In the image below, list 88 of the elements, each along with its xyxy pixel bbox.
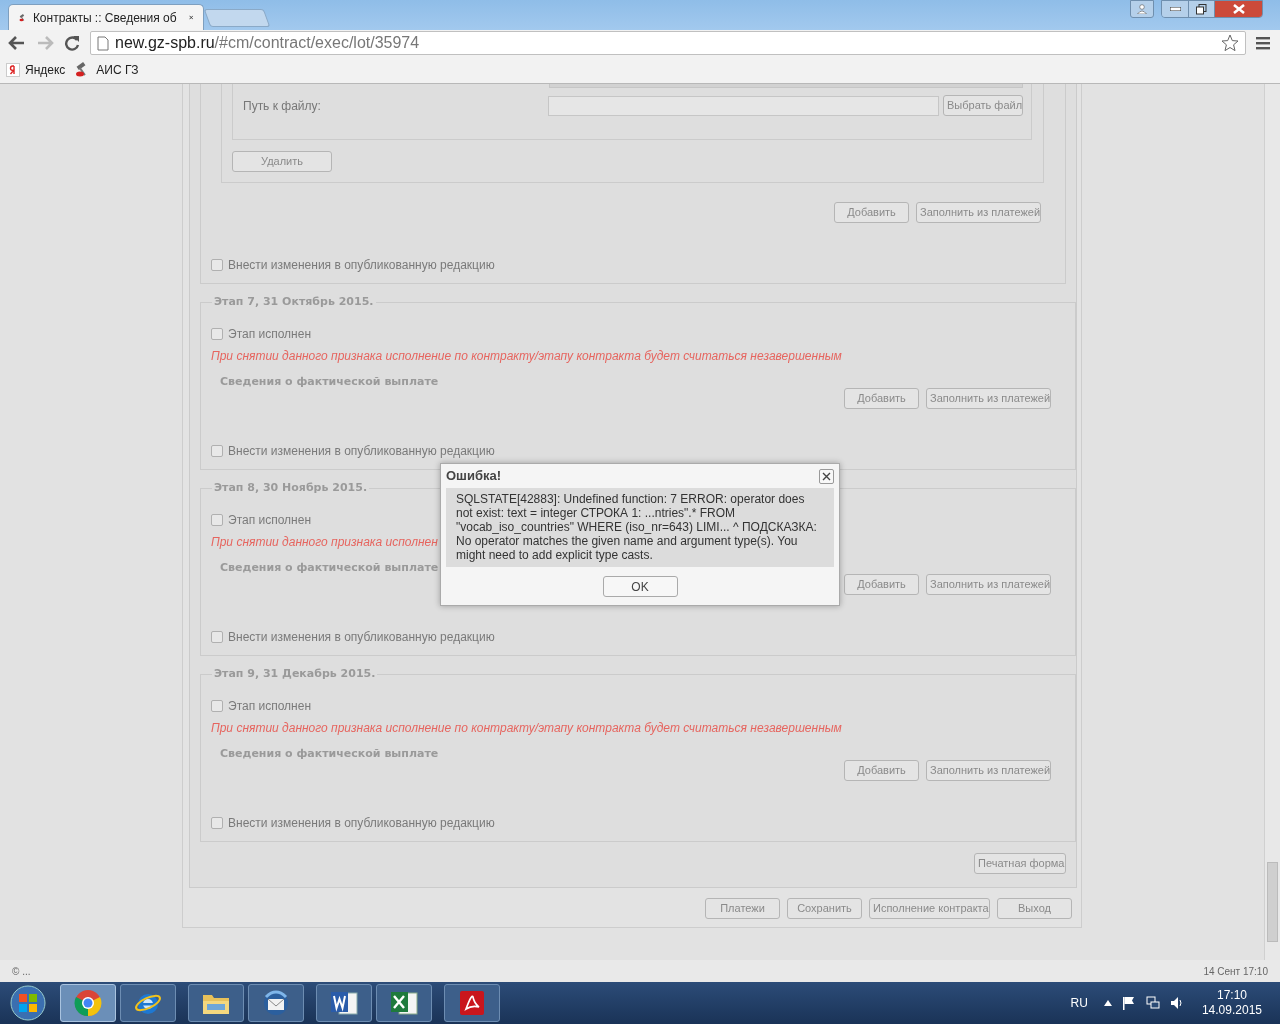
checkbox-label: Этап исполнен [228, 325, 312, 343]
add-button[interactable]: Добавить [844, 760, 919, 781]
scrollbar-thumb[interactable] [1267, 862, 1278, 942]
status-date: 14 Сент 17:10 [1203, 964, 1268, 979]
clock[interactable]: 17:10 14.09.2015 [1201, 988, 1262, 1018]
mail-client-icon [261, 989, 291, 1017]
ok-button[interactable]: OK [602, 576, 678, 597]
checkbox-label: Внести изменения в опубликованную редакцию [228, 443, 495, 460]
fill-from-payments-button[interactable]: Заполнить из платежей [926, 574, 1051, 595]
word-icon [329, 989, 359, 1017]
yandex-icon [6, 62, 20, 77]
scrollbar[interactable] [1264, 84, 1280, 960]
address-bar[interactable]: new.gz-spb.ru/#cm/contract/exec/lot/35974 [90, 31, 1246, 55]
add-button[interactable]: Добавить [844, 574, 919, 595]
close-icon [822, 471, 831, 481]
checkbox-label: Этап исполнен [228, 697, 312, 715]
taskbar-app-button[interactable] [444, 984, 500, 1022]
restore-icon [1196, 3, 1207, 15]
taskbar-app-button[interactable] [60, 984, 116, 1022]
taskbar-app-button[interactable] [376, 984, 432, 1022]
minimize-icon [1169, 7, 1181, 11]
fill-from-payments-button[interactable]: Заполнить из платежей [916, 202, 1041, 223]
file-path-input[interactable] [548, 95, 939, 116]
checkbox-label: Этап исполнен [228, 511, 312, 529]
taskbar-app-button[interactable] [248, 984, 304, 1022]
pdf-icon [458, 989, 486, 1017]
error-message: SQLSTATE[42883]: Undefined function: 7 ERROR: operator does not exist: text = integer СТРОКА 1: ...ntries".* FROM "vocab_iso_countries" WHERE (iso_nr=643) LIMI... ^ ПОДСКАЗКА: No operator matches the given name and argument type(s). You might need to add explicit type casts. [446, 488, 834, 567]
checkbox-label: Внести изменения в опубликованную редакцию [228, 815, 495, 832]
checkbox-label: Внести изменения в опубликованную редакцию [228, 629, 495, 646]
checkbox[interactable] [211, 259, 223, 271]
browser-tab[interactable]: Контракты :: Сведения об [8, 4, 204, 30]
warning-text: При снятии данного признака исполнен [211, 533, 438, 551]
payment-heading: Сведения о фактической выплате [220, 745, 439, 762]
flag-icon[interactable] [1121, 996, 1136, 1010]
taskbar-app-button[interactable] [120, 984, 176, 1022]
payment-heading: Сведения о фактической выплате [220, 373, 439, 390]
fill-from-payments-button[interactable]: Заполнить из платежей [926, 760, 1051, 781]
person-icon [1137, 4, 1147, 14]
checkbox[interactable] [211, 631, 223, 643]
delete-button[interactable]: Удалить [232, 151, 332, 172]
bookmark-link[interactable]: АИС ГЗ [75, 60, 139, 79]
excel-icon [389, 989, 419, 1017]
checkbox[interactable] [211, 445, 223, 457]
page-icon [97, 35, 109, 51]
footer-button[interactable]: Исполнение контракта [869, 898, 990, 919]
footer-button[interactable]: Сохранить [787, 898, 862, 919]
choose-file-button[interactable]: Выбрать файл [943, 95, 1023, 116]
dialog-title: Ошибка! [446, 467, 502, 486]
copyright-text: © ... [12, 964, 31, 979]
stage-legend: Этап 8, 30 Ноябрь 2015. [212, 480, 370, 497]
url-text: new.gz-spb.ru/#cm/contract/exec/lot/35974 [115, 33, 420, 53]
checkbox[interactable] [211, 327, 223, 340]
restore-button[interactable] [1189, 1, 1215, 17]
checkbox[interactable] [211, 513, 223, 526]
footer-button[interactable]: Платежи [705, 898, 780, 919]
checkbox-label: Внести изменения в опубликованную редакцию [228, 257, 495, 274]
add-button[interactable]: Добавить [834, 202, 909, 223]
close-icon [1232, 4, 1245, 14]
menu-icon[interactable] [1256, 36, 1270, 50]
close-icon[interactable] [188, 13, 193, 22]
file-path-label: Путь к файлу: [243, 97, 322, 115]
tab-title: Контракты :: Сведения об [32, 9, 177, 27]
windows-logo-icon [10, 985, 46, 1021]
warning-text: При снятии данного признака исполнение по контракту/этапу контракта будет считаться незавершенным [211, 347, 842, 365]
footer-button[interactable]: Выход [997, 898, 1072, 919]
checkbox[interactable] [211, 699, 223, 712]
stage-legend: Этап 7, 31 Октябрь 2015. [212, 294, 376, 311]
taskbar-app-button[interactable] [316, 984, 372, 1022]
payment-heading: Сведения о фактической выплате [220, 559, 439, 576]
checkbox[interactable] [211, 817, 223, 829]
back-icon[interactable] [8, 35, 26, 51]
bookmark-link[interactable]: Яндекс [6, 60, 66, 79]
warning-text: При снятии данного признака исполнение по контракту/этапу контракта будет считаться незавершенным [211, 719, 842, 737]
up-arrow-icon[interactable] [1103, 1000, 1112, 1006]
add-button[interactable]: Добавить [844, 388, 919, 409]
speaker-icon[interactable] [1169, 996, 1184, 1010]
print-form-button[interactable]: Печатная форма [974, 853, 1066, 874]
network-icon[interactable] [1145, 996, 1160, 1010]
reload-icon[interactable] [64, 35, 80, 51]
close-button[interactable] [819, 468, 834, 484]
close-window-button[interactable] [1215, 1, 1262, 17]
star-icon[interactable] [1221, 34, 1239, 52]
fill-from-payments-button[interactable]: Заполнить из платежей [926, 388, 1051, 409]
profile-button[interactable] [1130, 0, 1154, 18]
taskbar-app-button[interactable] [188, 984, 244, 1022]
chrome-icon [74, 989, 102, 1017]
language-indicator[interactable]: RU [1070, 994, 1088, 1012]
stage-legend: Этап 9, 31 Декабрь 2015. [212, 666, 378, 683]
